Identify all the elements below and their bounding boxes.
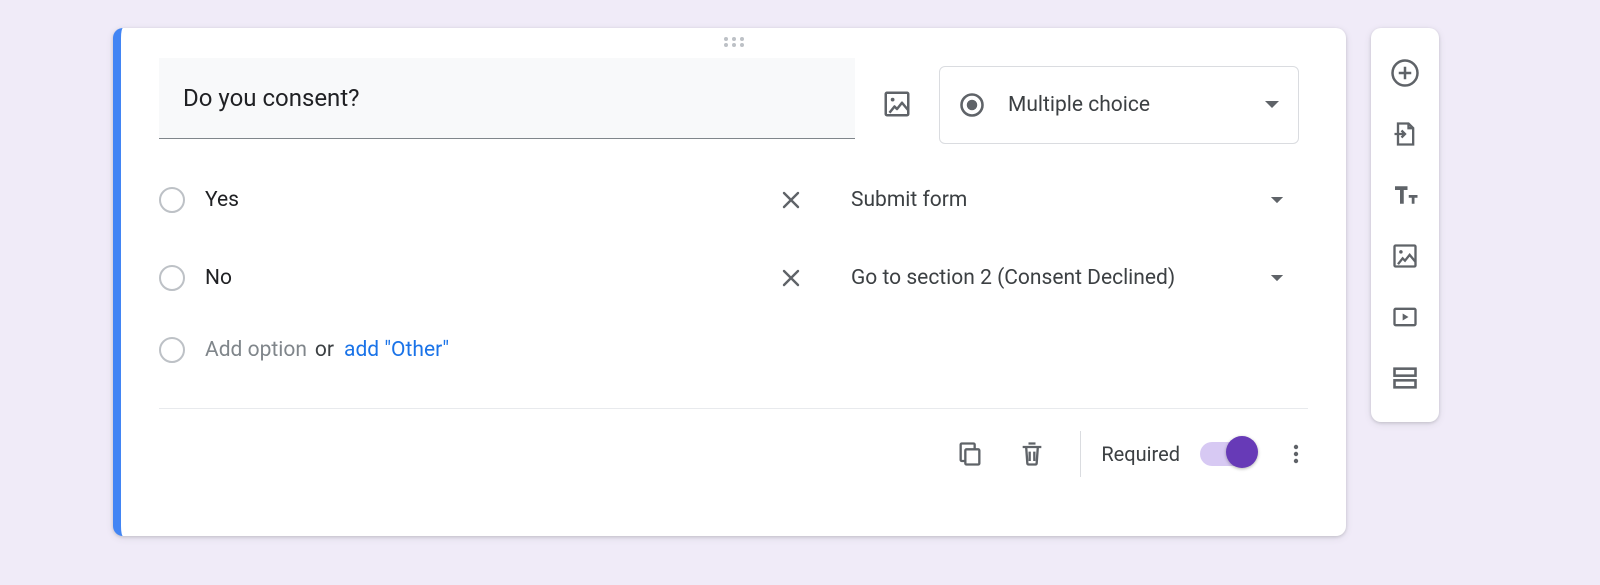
remove-option-button[interactable] xyxy=(771,188,811,212)
duplicate-button[interactable] xyxy=(942,426,998,482)
chevron-down-icon xyxy=(1270,274,1284,283)
add-section-button[interactable] xyxy=(1383,356,1427,400)
option-goto-label: Submit form xyxy=(851,188,967,212)
radio-empty-icon xyxy=(159,187,185,213)
add-title-button[interactable] xyxy=(1383,173,1427,217)
option-label-input[interactable]: Yes xyxy=(205,188,771,212)
required-label: Required xyxy=(1101,442,1180,466)
add-option-input[interactable]: Add option xyxy=(205,338,307,362)
option-goto-select[interactable]: Submit form xyxy=(851,188,1308,212)
more-options-button[interactable] xyxy=(1272,430,1320,478)
chevron-down-icon xyxy=(1270,196,1284,205)
remove-option-button[interactable] xyxy=(771,266,811,290)
radio-icon xyxy=(958,91,986,119)
add-question-button[interactable] xyxy=(1383,51,1427,95)
toggle-knob xyxy=(1226,436,1258,468)
or-text: or xyxy=(315,338,334,362)
import-questions-button[interactable] xyxy=(1383,112,1427,156)
radio-empty-icon xyxy=(159,265,185,291)
option-label-input[interactable]: No xyxy=(205,266,771,290)
add-image-button[interactable] xyxy=(871,78,923,130)
question-title-input[interactable] xyxy=(159,58,855,139)
divider xyxy=(1080,431,1081,477)
option-goto-select[interactable]: Go to section 2 (Consent Declined) xyxy=(851,266,1308,290)
question-type-select[interactable]: Multiple choice xyxy=(939,66,1299,144)
required-toggle[interactable] xyxy=(1200,442,1256,466)
chevron-down-icon xyxy=(1264,100,1280,110)
add-video-button[interactable] xyxy=(1383,295,1427,339)
question-card: Multiple choice Yes Submit form No xyxy=(113,28,1346,536)
delete-button[interactable] xyxy=(1004,426,1060,482)
option-row: Yes Submit form xyxy=(159,170,1308,230)
option-row: No Go to section 2 (Consent Declined) xyxy=(159,248,1308,308)
radio-empty-icon xyxy=(159,337,185,363)
question-footer: Required xyxy=(121,409,1346,499)
add-other-button[interactable]: add "Other" xyxy=(344,338,449,362)
side-toolbar xyxy=(1371,28,1439,422)
add-option-row: Add option or add "Other" xyxy=(159,326,1308,374)
drag-handle-icon[interactable] xyxy=(722,36,746,48)
add-image-button[interactable] xyxy=(1383,234,1427,278)
options-list: Yes Submit form No Go to section 2 (Cons… xyxy=(121,144,1346,374)
question-type-label: Multiple choice xyxy=(1008,93,1264,117)
option-goto-label: Go to section 2 (Consent Declined) xyxy=(851,266,1175,290)
